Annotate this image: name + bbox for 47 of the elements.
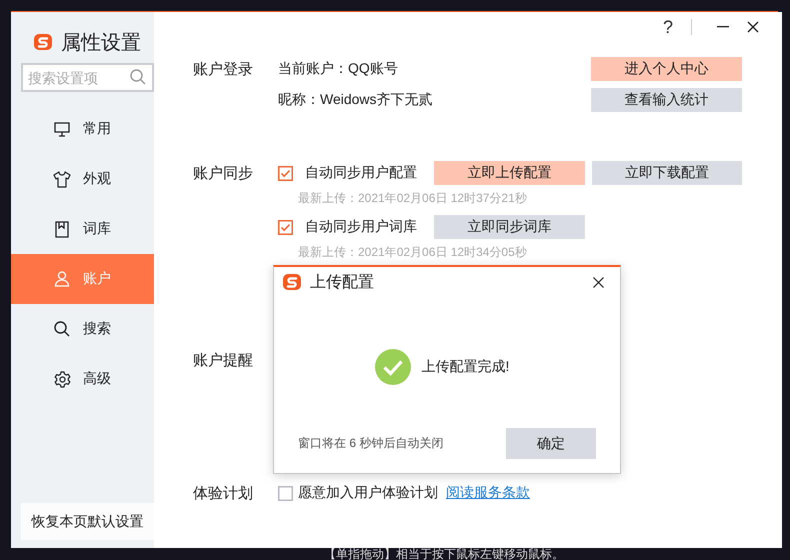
nickname-text: 昵称：Weidows齐下无贰: [278, 91, 434, 109]
sidebar-item[interactable]: 常用: [11, 104, 154, 154]
last-upload-text: 最新上传：2021年02月06日 12时34分05秒: [297, 244, 528, 261]
section-label: 体验计划: [193, 484, 254, 502]
section-label: 账户提醒: [193, 350, 254, 370]
checkbox-label: 自动同步用户词库: [305, 218, 418, 236]
section-label: 账户登录: [193, 60, 254, 78]
section-label: 账户同步: [193, 164, 253, 182]
current-account-text: 当前账户：QQ账号: [278, 60, 399, 78]
terms-link[interactable]: 阅读服务条款: [446, 484, 530, 502]
checkbox[interactable]: [278, 486, 293, 500]
sidebar-item[interactable]: 外观: [11, 154, 154, 204]
dialog-message: 上传配置完成!: [422, 358, 510, 376]
restore-defaults-button[interactable]: 恢复本页默认设置: [21, 503, 154, 540]
countdown-text: 窗口将在 6 秒钟后自动关闭: [298, 435, 444, 452]
background-caption: 【单指拖动】相当于按下鼠标左键移动鼠标。: [324, 548, 565, 560]
last-upload-text: 最新上传：2021年02月06日 12时37分21秒: [297, 190, 528, 207]
confirm-button[interactable]: 确定: [506, 428, 596, 459]
gear-icon: [54, 370, 70, 388]
dialog-title: 上传配置: [310, 272, 375, 292]
primary-button[interactable]: 进入个人中心: [591, 57, 742, 81]
checkbox[interactable]: [278, 220, 293, 234]
app-title: 属性设置: [61, 30, 141, 56]
secondary-button[interactable]: 立即同步词库: [434, 215, 585, 239]
success-check-icon: [374, 349, 411, 385]
shirt-icon: [53, 170, 71, 188]
primary-button[interactable]: 立即上传配置: [434, 161, 585, 185]
logo-icon: [33, 32, 53, 52]
checkbox-label: 自动同步用户配置: [305, 164, 418, 182]
sidebar-item[interactable]: 高级: [11, 354, 154, 404]
sidebar-item[interactable]: 搜索: [11, 304, 154, 354]
search-icon: [130, 69, 146, 85]
user-icon: [54, 271, 70, 287]
checkbox[interactable]: [278, 166, 293, 180]
minimize-icon[interactable]: [717, 26, 729, 28]
search-icon: [54, 321, 70, 337]
close-icon[interactable]: [747, 21, 759, 33]
logo-icon: [282, 272, 302, 292]
secondary-button[interactable]: 查看输入统计: [591, 88, 742, 112]
secondary-button[interactable]: 立即下载配置: [592, 161, 742, 185]
close-icon[interactable]: [593, 276, 604, 288]
search-field[interactable]: 搜索设置项: [21, 63, 154, 92]
sidebar-item[interactable]: 词库: [11, 204, 154, 254]
book-icon: [55, 220, 69, 238]
help-button[interactable]: ?: [655, 16, 681, 38]
monitor-icon: [54, 122, 70, 136]
checkbox-label: 愿意加入用户体验计划: [298, 484, 438, 502]
